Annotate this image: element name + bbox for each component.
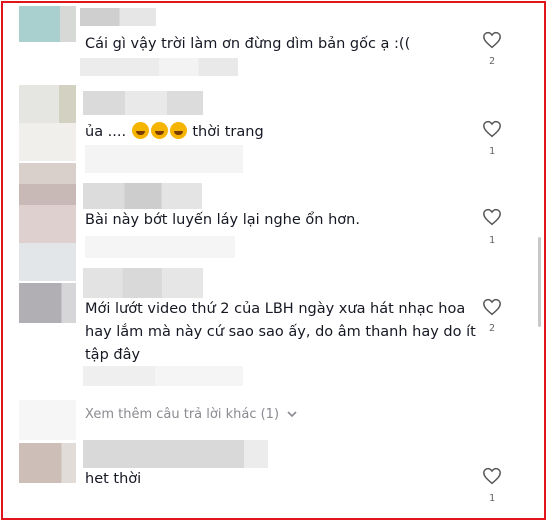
username-blurred[interactable] bbox=[80, 8, 156, 26]
comment-meta-blurred bbox=[85, 236, 235, 258]
like-count: 1 bbox=[488, 235, 496, 246]
rolling-laughing-emoji bbox=[131, 122, 149, 139]
heart-outline-icon[interactable] bbox=[482, 467, 502, 485]
view-more-replies-button[interactable]: Xem thêm câu trả lời khác (1) bbox=[85, 407, 297, 422]
comment-text: Cái gì vậy trời làm ơn đừng dìm bản gốc … bbox=[85, 36, 411, 52]
avatar[interactable] bbox=[19, 443, 76, 483]
like-count: 1 bbox=[488, 493, 496, 504]
username-blurred[interactable] bbox=[83, 268, 203, 298]
comment-text-suffix: thời trang bbox=[192, 124, 264, 140]
chevron-down-icon bbox=[287, 411, 297, 418]
rolling-laughing-emoji bbox=[150, 122, 168, 139]
avatar-blurred-fill bbox=[19, 205, 76, 243]
scrollbar-thumb[interactable] bbox=[538, 237, 541, 327]
comment-meta-blurred bbox=[85, 145, 243, 173]
like-count: 2 bbox=[488, 56, 496, 67]
view-more-label: Xem thêm câu trả lời khác (1) bbox=[85, 407, 280, 422]
avatar[interactable] bbox=[19, 6, 76, 42]
comment-text: het thời bbox=[85, 471, 142, 487]
avatar[interactable] bbox=[19, 283, 76, 323]
heart-outline-icon[interactable] bbox=[482, 298, 502, 316]
avatar[interactable] bbox=[19, 163, 76, 205]
username-blurred[interactable] bbox=[83, 91, 203, 115]
comment-text-line: hay lắm mà này cứ sao sao ấy, do âm than… bbox=[85, 324, 476, 340]
username-blurred[interactable] bbox=[83, 440, 268, 468]
comment-text-prefix: ủa .... bbox=[85, 124, 127, 140]
avatar-blurred-fill bbox=[19, 123, 76, 161]
comment-text-line: Mới lướt video thứ 2 của LBH ngày xưa há… bbox=[85, 301, 466, 317]
comment-text: Bài này bớt luyến láy lại nghe ổn hơn. bbox=[85, 212, 360, 228]
comment-text: ủa .... thời trang bbox=[85, 121, 264, 143]
comment-meta-blurred bbox=[83, 366, 243, 386]
rolling-laughing-emoji bbox=[169, 122, 187, 139]
username-blurred[interactable] bbox=[83, 183, 202, 209]
like-count: 2 bbox=[488, 323, 496, 334]
comment-meta-blurred bbox=[80, 58, 238, 76]
heart-outline-icon[interactable] bbox=[482, 120, 502, 138]
avatar[interactable] bbox=[19, 85, 76, 125]
heart-outline-icon[interactable] bbox=[482, 208, 502, 226]
avatar-blurred-fill bbox=[19, 400, 76, 440]
heart-outline-icon[interactable] bbox=[482, 31, 502, 49]
avatar-blurred-fill bbox=[19, 243, 76, 281]
like-count: 1 bbox=[488, 146, 496, 157]
comment-text-line: tập đây bbox=[85, 347, 141, 363]
